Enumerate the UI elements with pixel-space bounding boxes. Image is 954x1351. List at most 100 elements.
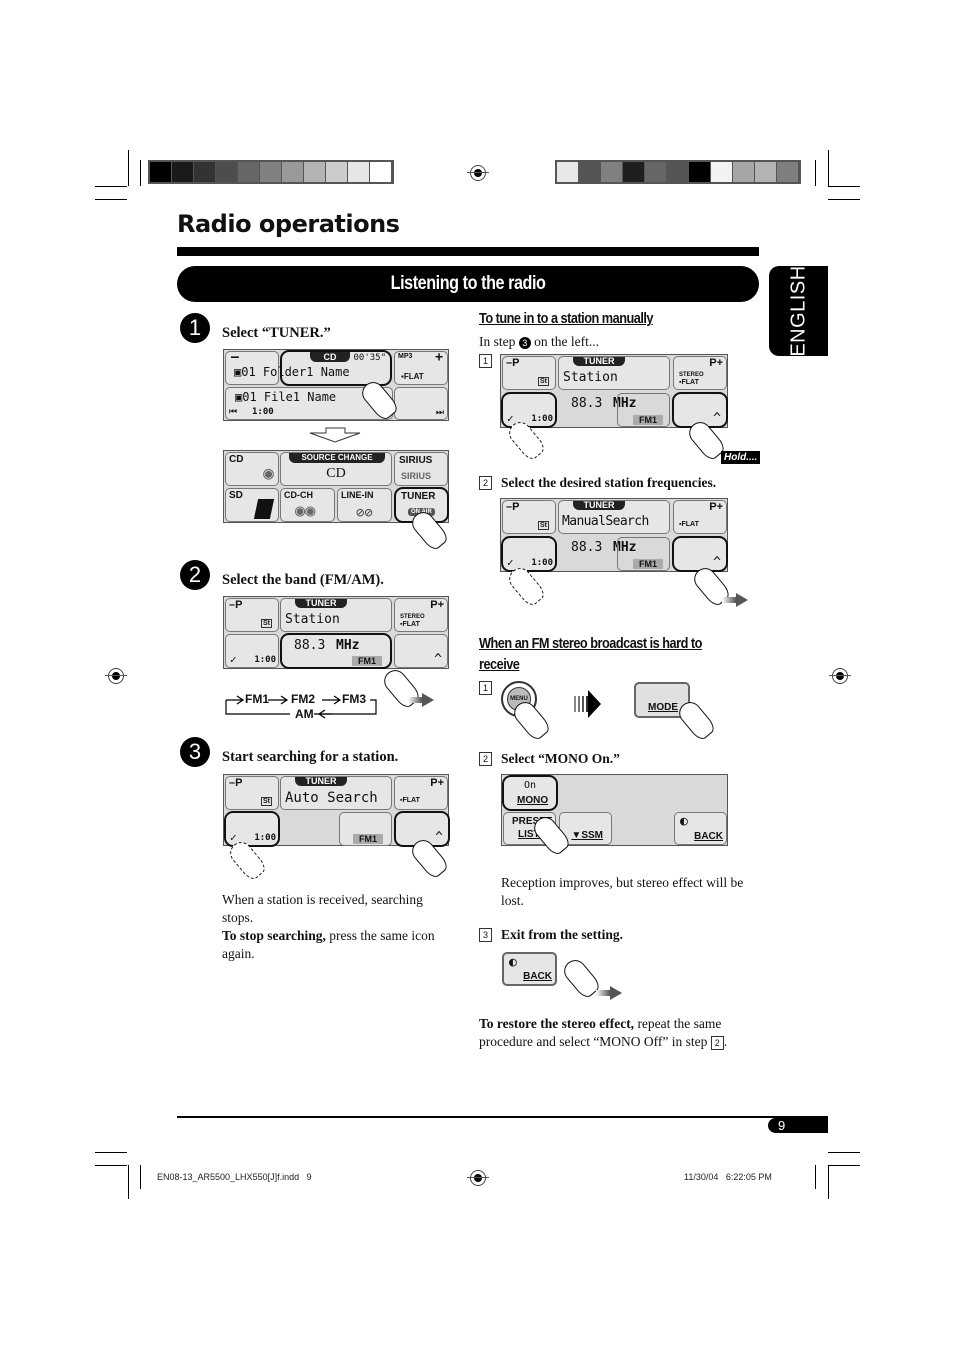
source-cd-label: CD (229, 454, 244, 465)
back-button[interactable]: ◐ BACK (674, 812, 727, 845)
preset-down-button[interactable]: –P St (502, 356, 556, 390)
minus-label: – (231, 350, 239, 365)
seek-down-button[interactable]: ✓ 1:00 (225, 634, 279, 668)
restore-bold: To restore the stereo effect, (479, 1016, 635, 1031)
section-title-text: Listening to the radio (390, 273, 546, 294)
band-button[interactable]: FM1 (617, 537, 670, 571)
mono-state: On (524, 780, 537, 791)
motion-arrow-icon (596, 986, 622, 1000)
tuner-screen-autosearch: –P St TUNER Auto Search P+ ▪FLAT ✓ 1:00 … (223, 774, 450, 847)
chevron-down-icon: ✓ (507, 556, 514, 569)
crop-mark (828, 186, 860, 187)
station-display: TUNER ManualSearch (558, 500, 670, 534)
color-swatch (689, 162, 711, 182)
substep3-instruction: Exit from the setting. (501, 927, 623, 942)
stop-search-note: To stop searching, press the same icon a… (222, 927, 454, 963)
ssm-text: SSM (581, 830, 603, 841)
band-button[interactable]: FM1 (339, 812, 392, 846)
step3-instruction: Start searching for a station. (222, 749, 399, 765)
plus-button[interactable]: MP3 + ▪FLAT (394, 350, 448, 385)
seek-up-button[interactable]: ^ (672, 536, 728, 572)
source-cdch-label: CD-CH (284, 490, 313, 500)
color-swatch (282, 162, 304, 182)
mono-label: MONO (517, 795, 549, 806)
station-name: Station (563, 370, 618, 385)
motion-arrow-icon (722, 593, 748, 607)
color-swatch (755, 162, 777, 182)
mono-toggle-button[interactable]: On MONO (502, 775, 558, 811)
preset-down-button[interactable]: –P St (225, 776, 279, 810)
frequency: 88.3 (571, 540, 603, 555)
source-linein-label: LINE-IN (341, 490, 374, 500)
next-track-button[interactable]: ⏭ (394, 387, 448, 420)
source-cdch-button[interactable]: CD-CH ◉◉ (280, 488, 335, 522)
source-sd-button[interactable]: SD (225, 488, 279, 522)
manual-tune-heading: To tune in to a station manually (479, 310, 654, 327)
preset-up-label: P+ (430, 777, 444, 789)
preset-up-button[interactable]: P+ STEREO ▪FLAT (673, 356, 727, 390)
language-tab-label: ENGLISH (787, 265, 809, 357)
mode-label: MODE (648, 702, 678, 713)
folder-name-text: 01 Folder1 Name (241, 365, 350, 379)
substep-3: 3 (479, 928, 492, 942)
footer-filename: EN08-13_AR5500_LHX550[J]f.indd 9 (157, 1172, 312, 1182)
chevron-up-icon: ^ (713, 411, 721, 426)
station-display: TUNER Station (558, 356, 670, 390)
preset-down-button[interactable]: –P St (225, 598, 279, 632)
color-swatch (579, 162, 601, 182)
band-label: FM1 (353, 834, 383, 844)
eq-text: FLAT (402, 621, 420, 628)
color-swatch (326, 162, 348, 182)
mono-heading-line1: When an FM stereo broadcast is hard to (479, 635, 702, 652)
station-display: TUNER Auto Search (280, 776, 392, 810)
chevron-up-icon: ^ (435, 830, 443, 845)
source-cd-button[interactable]: CD ◉ (225, 452, 279, 486)
seek-down-button[interactable]: ✓ 1:00 (501, 536, 557, 572)
crop-mark (140, 1165, 141, 1189)
eq-text: FLAT (681, 521, 699, 528)
step3-note: When a station is received, searching st… (222, 891, 454, 963)
tuner-tab: TUNER (295, 599, 347, 608)
back-button[interactable]: ◐ BACK (502, 952, 557, 986)
frequency: 88.3 (571, 396, 603, 411)
seek-up-button[interactable]: ^ (394, 634, 448, 668)
source-sirius-button[interactable]: SIRIUS SIRIUS (394, 452, 448, 486)
tuner-screen-manualsearch: –P St TUNER ManualSearch P+ ▪FLAT ✓ 1:00… (500, 498, 728, 572)
band-label: FM1 (633, 415, 663, 425)
preset-down-label: –P (229, 599, 243, 611)
crop-mark (95, 1165, 127, 1166)
preset-up-button[interactable]: P+ STEREO ▪FLAT (394, 598, 448, 632)
substep2-instruction: Select “MONO On.” (501, 751, 620, 766)
station-display: TUNER Station (280, 598, 392, 632)
disc-stack-icon: ◉◉ (295, 501, 316, 521)
color-swatch (601, 162, 623, 182)
cd-screen: – CD 00'35" ▣01 Folder1 Name MP3 + ▪FLAT… (223, 349, 449, 421)
step-ref-3: 3 (518, 337, 531, 349)
source-linein-button[interactable]: LINE-IN ⊘⊘ (337, 488, 392, 522)
intro-post: on the left... (530, 334, 599, 349)
color-swatch (216, 162, 238, 182)
preset-up-button[interactable]: P+ ▪FLAT (394, 776, 448, 810)
color-swatch (667, 162, 689, 182)
eq-label: ▪FLAT (401, 372, 424, 381)
mono-heading-line2: receive (479, 656, 520, 673)
crop-mark (828, 199, 860, 200)
search-stop-note: When a station is received, searching st… (222, 892, 423, 925)
stop-search-bold: To stop searching, (222, 928, 326, 943)
elapsed-time: 1:00 (252, 407, 274, 417)
color-calibration-bar-left (148, 160, 394, 184)
preset-up-button[interactable]: P+ ▪FLAT (673, 500, 727, 534)
band-button[interactable]: 88.3 MHz FM1 (280, 633, 392, 669)
color-swatch (733, 162, 755, 182)
seek-down-button[interactable]: ✓ 1:00 (501, 392, 557, 428)
hold-badge: Hold.... (721, 451, 761, 464)
back-label: BACK (694, 831, 723, 842)
rca-plug-icon: ⊘⊘ (356, 505, 373, 521)
color-swatch (777, 162, 799, 182)
restore-note: To restore the stereo effect, repeat the… (479, 1015, 754, 1051)
preset-down-button[interactable]: –P St (502, 500, 556, 534)
source-display: SOURCE CHANGE CD (280, 452, 392, 486)
seek-down-button[interactable]: ✓ 1:00 (224, 811, 280, 847)
back-knob-icon: ◐ (680, 814, 688, 829)
band-button[interactable]: FM1 (617, 393, 670, 427)
